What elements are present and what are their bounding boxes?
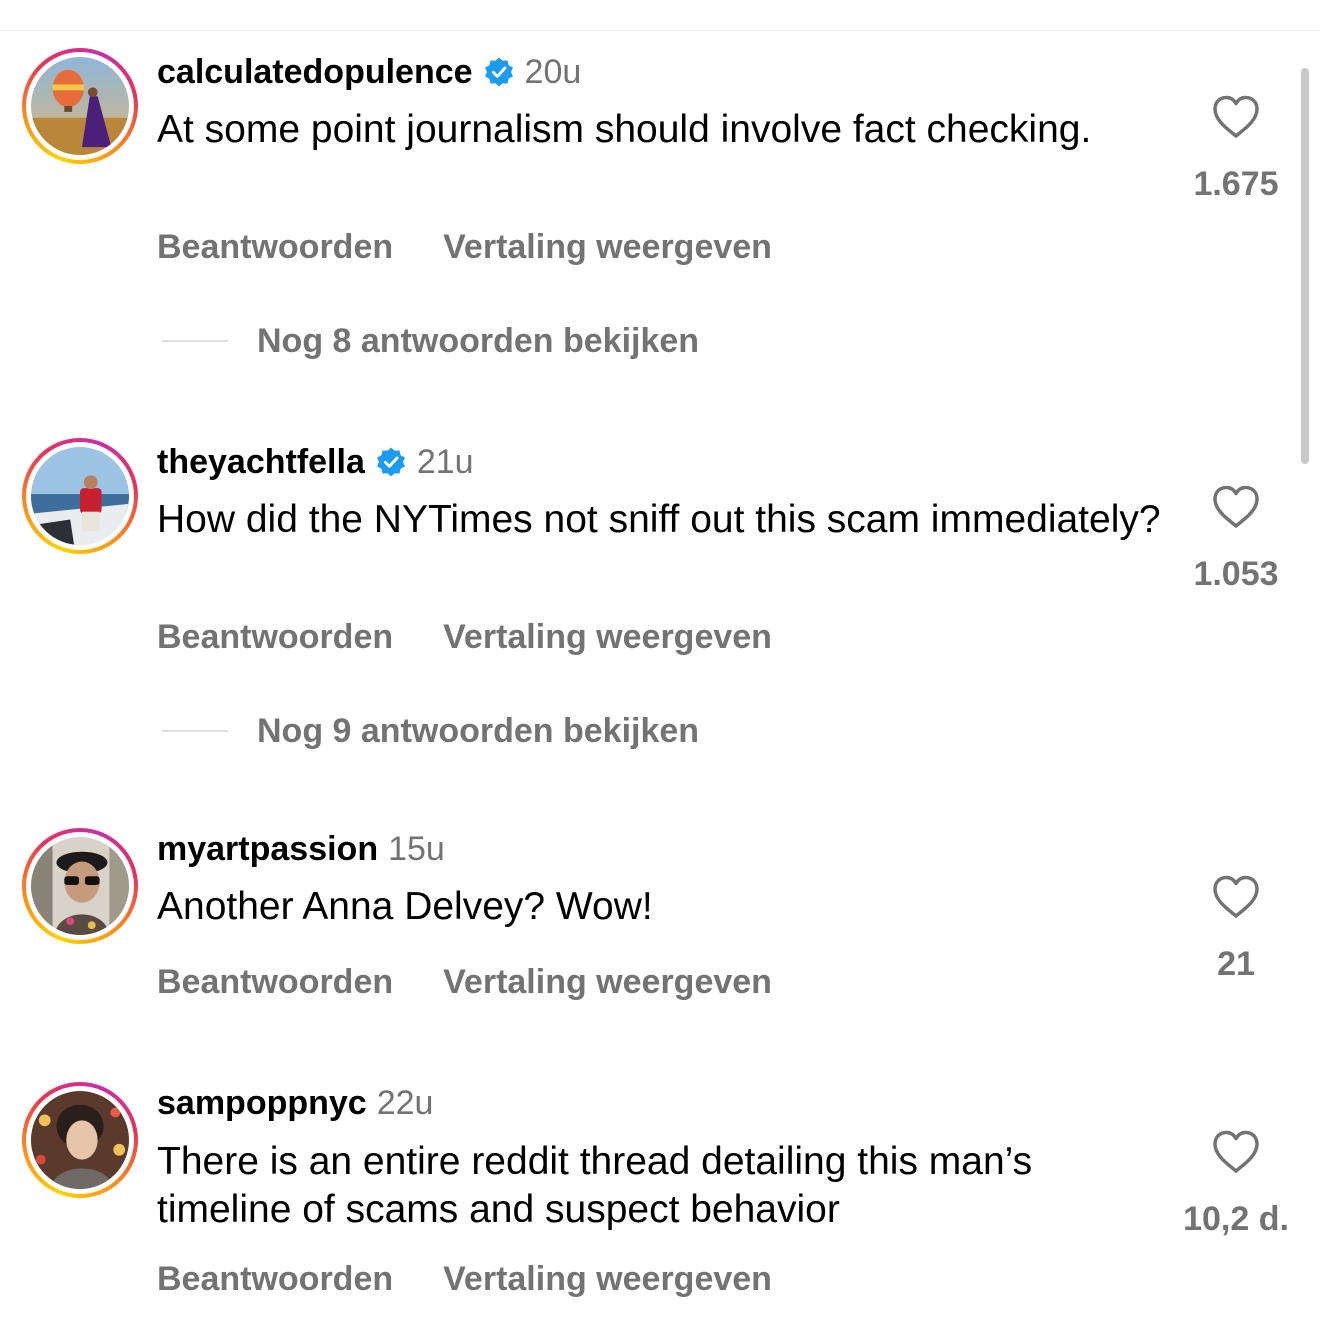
- verified-badge-icon: [375, 446, 407, 478]
- username[interactable]: theyachtfella: [157, 442, 365, 482]
- avatar[interactable]: [22, 438, 138, 554]
- replies-divider: [162, 340, 228, 342]
- username[interactable]: sampoppnyc: [157, 1083, 367, 1123]
- view-more-replies[interactable]: Nog 9 antwoorden bekijken: [162, 711, 699, 751]
- like-count: 21: [1217, 945, 1255, 983]
- like-count: 1.675: [1193, 165, 1279, 203]
- reply-button[interactable]: Beantwoorden: [157, 617, 393, 657]
- avatar-image: [31, 447, 129, 545]
- timestamp: 21u: [416, 443, 474, 481]
- like-count: 10,2 d.: [1183, 1200, 1289, 1238]
- like-section: 1.053: [1186, 484, 1286, 594]
- timestamp: 22u: [376, 1084, 434, 1122]
- show-translation-button[interactable]: Vertaling weergeven: [443, 617, 772, 657]
- view-more-replies[interactable]: Nog 8 antwoorden bekijken: [162, 321, 699, 361]
- avatar[interactable]: [22, 1082, 138, 1198]
- avatar-image: [31, 837, 129, 935]
- timestamp: 15u: [388, 830, 445, 868]
- like-count: 1.053: [1193, 555, 1279, 593]
- comment-text: There is an entire reddit thread detaili…: [157, 1140, 1033, 1231]
- view-replies-label[interactable]: Nog 9 antwoorden bekijken: [257, 711, 699, 751]
- comment-text: At some point journalism should involve …: [157, 108, 1092, 151]
- comment-text: Another Anna Delvey? Wow!: [157, 885, 653, 928]
- avatar[interactable]: [22, 48, 138, 164]
- username[interactable]: calculatedopulence: [157, 52, 473, 92]
- heart-outline-icon[interactable]: [1211, 1129, 1261, 1175]
- heart-outline-icon[interactable]: [1211, 874, 1261, 920]
- like-section: 10,2 d.: [1180, 1129, 1292, 1239]
- avatar-image: [31, 57, 129, 155]
- like-section: 1.675: [1186, 94, 1286, 204]
- reply-button[interactable]: Beantwoorden: [157, 1259, 393, 1299]
- username[interactable]: myartpassion: [157, 829, 378, 869]
- comment-text: How did the NYTimes not sniff out this s…: [157, 498, 1161, 541]
- avatar-image: [31, 1091, 129, 1189]
- like-section: 21: [1186, 874, 1286, 984]
- avatar[interactable]: [22, 828, 138, 944]
- heart-outline-icon[interactable]: [1211, 484, 1261, 530]
- reply-button[interactable]: Beantwoorden: [157, 962, 393, 1002]
- show-translation-button[interactable]: Vertaling weergeven: [443, 1259, 772, 1299]
- top-divider: [0, 30, 1320, 31]
- replies-divider: [162, 730, 228, 732]
- heart-outline-icon[interactable]: [1211, 94, 1261, 140]
- reply-button[interactable]: Beantwoorden: [157, 227, 393, 267]
- show-translation-button[interactable]: Vertaling weergeven: [443, 962, 772, 1002]
- verified-badge-icon: [483, 56, 515, 88]
- show-translation-button[interactable]: Vertaling weergeven: [443, 227, 772, 267]
- view-replies-label[interactable]: Nog 8 antwoorden bekijken: [257, 321, 699, 361]
- scrollbar[interactable]: [1301, 68, 1309, 464]
- timestamp: 20u: [524, 53, 582, 91]
